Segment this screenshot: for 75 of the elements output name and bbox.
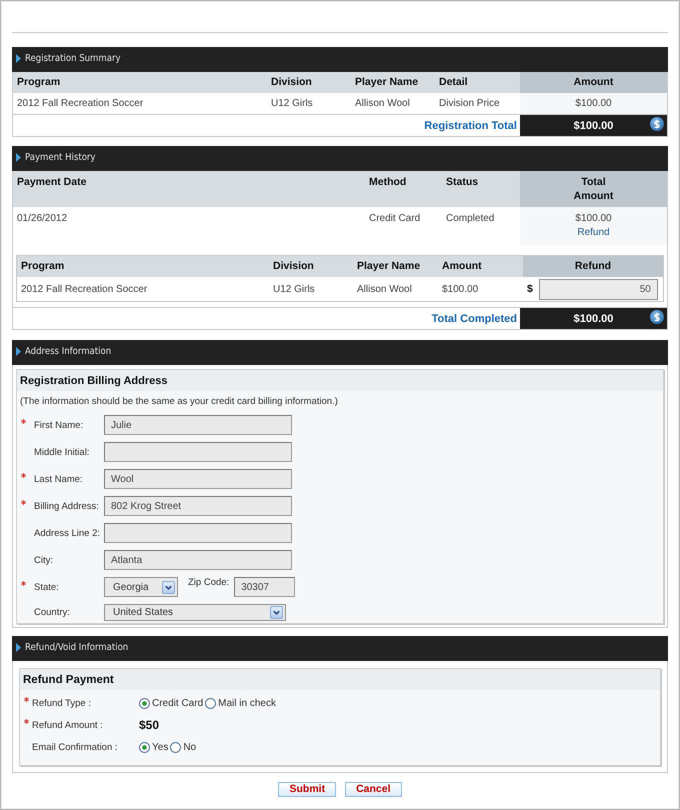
column-header: Amount xyxy=(520,72,667,93)
table-cell-text: U12 Girls xyxy=(272,282,316,296)
dropdown-field[interactable]: United States xyxy=(104,604,286,621)
radio-option[interactable]: No xyxy=(170,742,196,752)
table-cell-text: $100.00 xyxy=(441,282,480,296)
submit-button[interactable]: Submit xyxy=(278,782,336,797)
column-header: Payment Date xyxy=(16,175,88,190)
field-label: Refund Type : xyxy=(32,698,91,708)
input-field[interactable] xyxy=(104,523,292,543)
input-field[interactable]: 30307 xyxy=(234,577,296,597)
input-field[interactable]: Atlanta xyxy=(104,550,292,570)
input-field[interactable]: Wool xyxy=(104,469,292,489)
column-header: Player Name xyxy=(354,75,420,90)
table-cell-text: U12 Girls xyxy=(270,97,314,111)
input-field[interactable] xyxy=(104,442,292,462)
table-cell-text: 2012 Fall Recreation Soccer xyxy=(20,282,148,296)
table-cell-text: Credit Card xyxy=(368,212,422,226)
dropdown-field[interactable]: Georgia xyxy=(104,577,178,597)
cancel-button[interactable]: Cancel xyxy=(345,782,402,797)
table-cell-text: 2012 Fall Recreation Soccer xyxy=(16,97,144,111)
input-field[interactable]: 802 Krog Street xyxy=(104,496,292,516)
column-header: Player Name xyxy=(356,259,422,274)
refund-amount: $50 xyxy=(139,718,160,732)
form-note: (The information should be the same as your credit card billing information.) xyxy=(20,395,338,409)
payment-amount: $100.00 xyxy=(575,212,612,226)
field-label: Country: xyxy=(34,607,70,618)
refund-link[interactable]: Refund xyxy=(577,226,610,240)
column-header: Method xyxy=(368,175,408,190)
caret-icon xyxy=(16,642,21,652)
total-amount: $100.00 xyxy=(574,120,614,132)
column-header: Refund xyxy=(523,256,663,277)
panel-title-bar: Registration Billing Address xyxy=(17,370,663,391)
total-amount: $100.00 xyxy=(574,312,614,324)
currency-symbol: $ xyxy=(527,283,533,295)
dollar-coin-icon xyxy=(650,117,664,131)
section-title: Payment History xyxy=(25,152,96,162)
field-label: State: xyxy=(34,582,59,592)
field-label: Billing Address: xyxy=(34,500,99,512)
caret-icon xyxy=(16,346,21,356)
column-header: Detail xyxy=(438,75,469,90)
field-label: Zip Code: xyxy=(188,577,230,588)
total-label: Total Completed xyxy=(432,312,518,324)
caret-icon xyxy=(16,152,21,162)
column-header: Program xyxy=(16,75,62,90)
radio-option[interactable]: Credit Card xyxy=(139,698,204,708)
table-cell-text: Allison Wool xyxy=(356,282,413,296)
field-label: Last Name: xyxy=(34,474,83,484)
refund-amount-field[interactable]: 50 xyxy=(538,278,658,300)
field-label: Email Confirmation : xyxy=(32,742,118,752)
input-field[interactable]: Julie xyxy=(104,415,292,435)
field-label: Middle Initial: xyxy=(34,446,90,458)
table-cell: $100.00 xyxy=(520,93,667,114)
dollar-coin-icon xyxy=(650,310,664,324)
section-title: Address Information xyxy=(25,346,112,356)
section-title: Refund/Void Information xyxy=(25,642,128,652)
caret-icon xyxy=(16,54,21,62)
total-label: Registration Total xyxy=(424,120,518,132)
panel-title-bar: Refund Payment xyxy=(20,669,660,690)
table-cell-text: 01/26/2012 xyxy=(16,212,68,226)
radio-option[interactable]: Mail in check xyxy=(205,698,276,708)
table-cell-text: Division Price xyxy=(438,97,501,111)
radio-option[interactable]: Yes xyxy=(139,742,168,752)
section-title: Registration Summary xyxy=(25,52,121,64)
column-header: Total Amount xyxy=(520,171,667,207)
column-header: Status xyxy=(445,175,480,190)
table-cell-text: Completed xyxy=(445,212,496,226)
field-label: First Name: xyxy=(34,420,84,430)
column-header: Program xyxy=(20,259,66,274)
table-cell-text: Allison Wool xyxy=(354,97,411,111)
field-label: City: xyxy=(34,554,53,566)
column-header: Division xyxy=(272,259,315,274)
column-header: Division xyxy=(270,75,313,90)
field-label: Refund Amount : xyxy=(32,720,103,730)
field-label: Address Line 2: xyxy=(34,528,100,538)
column-header: Amount xyxy=(441,259,483,274)
